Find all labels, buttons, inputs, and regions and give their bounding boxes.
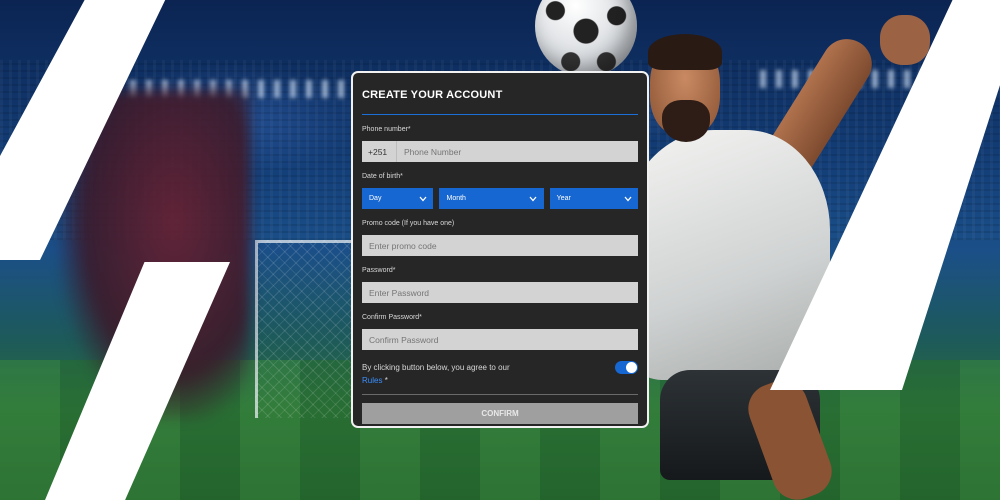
- agreement-row: By clicking button below, you agree to o…: [362, 361, 638, 387]
- rules-link[interactable]: Rules: [362, 376, 382, 385]
- confirm-password-field: [362, 329, 638, 350]
- month-select[interactable]: Month: [439, 188, 544, 209]
- phone-field: +251: [362, 141, 638, 162]
- password-label: Password*: [362, 267, 396, 274]
- agreement-sentence: By clicking button below, you agree to o…: [362, 363, 510, 372]
- toggle-knob: [626, 362, 637, 373]
- promo-label: Promo code (If you have one): [362, 220, 455, 227]
- password-field: [362, 282, 638, 303]
- phone-label: Phone number*: [362, 126, 411, 133]
- dob-selectors: Day Month Year: [362, 188, 638, 209]
- chevron-down-icon: [623, 194, 632, 203]
- day-select[interactable]: Day: [362, 188, 434, 209]
- confirm-password-input[interactable]: [362, 334, 638, 345]
- agree-toggle[interactable]: [615, 361, 638, 374]
- divider: [362, 394, 638, 395]
- promo-field: [362, 235, 638, 256]
- chevron-down-icon: [529, 194, 538, 203]
- month-select-label: Month: [446, 195, 466, 202]
- year-select-label: Year: [556, 195, 571, 202]
- phone-input[interactable]: [396, 146, 638, 157]
- agreement-text: By clicking button below, you agree to o…: [362, 361, 582, 387]
- day-select-label: Day: [369, 195, 382, 202]
- country-code-selector[interactable]: +251: [362, 141, 397, 162]
- password-input[interactable]: [362, 287, 638, 298]
- dob-label: Date of birth*: [362, 173, 403, 180]
- promo-input[interactable]: [362, 240, 638, 251]
- form-title: CREATE YOUR ACCOUNT: [362, 89, 638, 115]
- confirm-button[interactable]: CONFIRM: [362, 403, 638, 424]
- year-select[interactable]: Year: [549, 188, 638, 209]
- confirm-password-label: Confirm Password*: [362, 314, 422, 321]
- required-mark: *: [384, 376, 388, 385]
- registration-form: CREATE YOUR ACCOUNT Phone number* +251 D…: [351, 71, 649, 428]
- chevron-down-icon: [418, 194, 427, 203]
